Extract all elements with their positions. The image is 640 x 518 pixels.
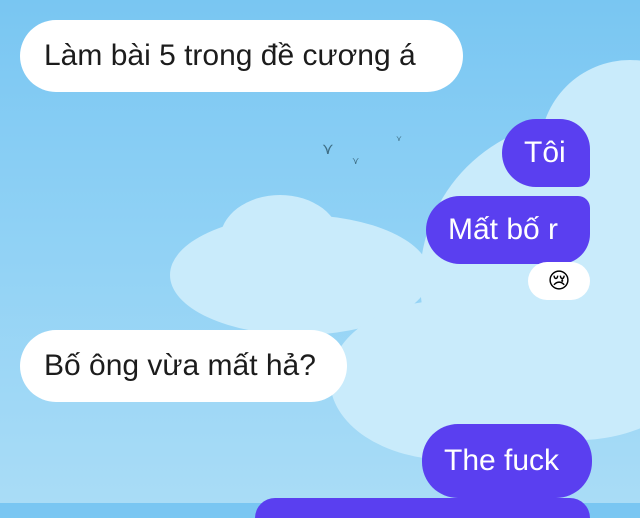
message-bubble-outgoing[interactable]: The fuck xyxy=(422,424,592,498)
message-bubble-outgoing[interactable]: Mất bố r xyxy=(426,196,590,264)
message-text: Mất bố r xyxy=(448,213,559,246)
cloud-decoration xyxy=(220,195,340,285)
bird-icon: ⋎ xyxy=(322,141,334,158)
message-bubble-incoming[interactable]: Làm bài 5 trong đề cương á xyxy=(20,20,463,92)
message-bubble-partial[interactable] xyxy=(255,498,590,518)
bird-icon: ⋎ xyxy=(396,134,402,143)
message-text: Làm bài 5 trong đề cương á xyxy=(44,39,416,72)
message-bubble-incoming[interactable]: Bố ông vừa mất hả? xyxy=(20,330,347,402)
message-bubble-outgoing[interactable]: Tôi xyxy=(502,119,590,187)
bird-icon: ⋎ xyxy=(352,156,360,167)
message-text: The fuck xyxy=(444,444,560,477)
message-text: Tôi xyxy=(524,136,566,169)
crying-face-icon: 😢 xyxy=(547,268,571,293)
message-text: Bố ông vừa mất hả? xyxy=(44,349,316,382)
message-reaction[interactable]: 😢 xyxy=(528,262,590,300)
